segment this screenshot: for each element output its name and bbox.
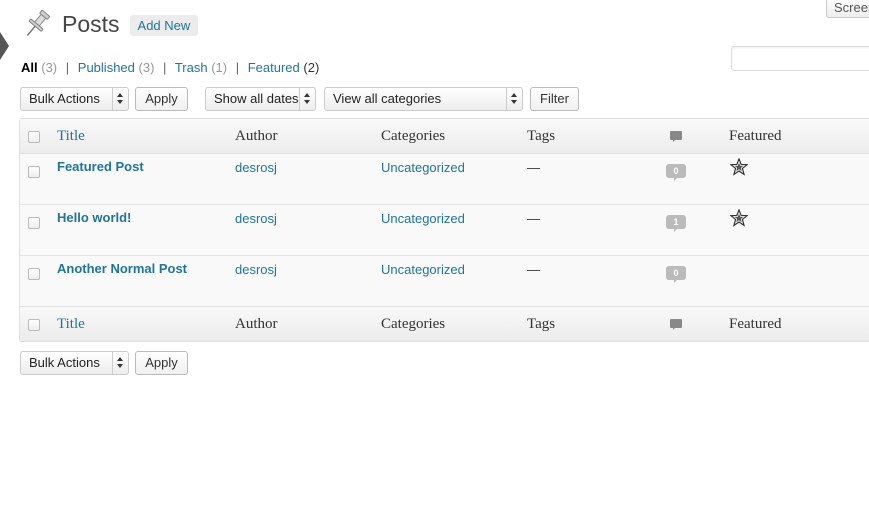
post-author-link[interactable]: desrosj	[235, 211, 277, 226]
screen-options-tab[interactable]: Screen Options	[826, 0, 869, 18]
row-checkbox[interactable]	[28, 217, 40, 229]
view-trash-count: (1)	[211, 60, 228, 75]
add-new-button[interactable]: Add New	[129, 14, 199, 36]
table-row: Featured Post desrosj Uncategorized — 0	[20, 154, 869, 205]
column-featured-header: Featured	[729, 128, 782, 144]
featured-star-icon[interactable]	[730, 158, 748, 176]
table-row: Another Normal Post desrosj Uncategorize…	[20, 256, 869, 307]
bulk-actions-value: Bulk Actions	[29, 91, 100, 106]
post-author-link[interactable]: desrosj	[235, 160, 277, 175]
post-tags: —	[527, 160, 540, 175]
column-categories-footer: Categories	[381, 316, 446, 332]
column-author-header: Author	[235, 128, 278, 144]
post-category-link[interactable]: Uncategorized	[381, 160, 465, 175]
dates-filter-value: Show all dates	[214, 91, 299, 106]
filter-button[interactable]: Filter	[530, 87, 579, 111]
dates-filter-select[interactable]: Show all dates	[205, 87, 316, 111]
post-status-views: All (3) | Published (3) | Trash (1) | Fe…	[21, 60, 319, 75]
post-category-link[interactable]: Uncategorized	[381, 262, 465, 277]
view-separator: |	[65, 60, 70, 75]
comment-icon[interactable]	[670, 319, 682, 330]
column-title-header[interactable]: Title	[57, 128, 85, 145]
apply-button-top[interactable]: Apply	[135, 87, 188, 111]
view-trash-link[interactable]: Trash	[175, 60, 208, 75]
select-arrows-icon	[112, 88, 128, 110]
view-all-link[interactable]: All	[21, 60, 38, 75]
categories-filter-value: View all categories	[333, 91, 442, 106]
row-checkbox[interactable]	[28, 268, 40, 280]
column-tags-header: Tags	[527, 128, 556, 144]
column-title-footer[interactable]: Title	[57, 316, 85, 333]
view-separator: |	[163, 60, 167, 75]
select-all-checkbox-footer[interactable]	[28, 319, 40, 331]
post-title-link[interactable]: Another Normal Post	[57, 261, 187, 276]
comment-count-bubble[interactable]: 0	[666, 164, 686, 181]
column-author-footer: Author	[235, 316, 278, 332]
bulk-actions-select-bottom[interactable]: Bulk Actions	[20, 351, 129, 375]
apply-button-bottom[interactable]: Apply	[135, 351, 188, 375]
post-category-link[interactable]: Uncategorized	[381, 211, 465, 226]
post-tags: —	[527, 262, 540, 277]
categories-filter-select[interactable]: View all categories	[324, 87, 523, 111]
view-featured-count: (2)	[303, 60, 320, 75]
table-footer: Title Author Categories Tags Featured	[20, 306, 869, 341]
bulk-actions-select-top[interactable]: Bulk Actions	[20, 87, 129, 111]
column-tags-footer: Tags	[527, 316, 556, 332]
select-arrows-icon	[506, 88, 522, 110]
page-title: Posts	[62, 10, 120, 37]
column-categories-header: Categories	[381, 128, 446, 144]
table-row: Hello world! desrosj Uncategorized — 1	[20, 205, 869, 256]
table-header: Title Author Categories Tags Featured	[20, 119, 869, 154]
bulk-actions-value: Bulk Actions	[29, 355, 100, 370]
view-featured-link[interactable]: Featured	[248, 60, 300, 75]
featured-star-icon[interactable]	[730, 209, 748, 227]
post-tags: —	[527, 211, 540, 226]
column-featured-footer: Featured	[729, 316, 782, 332]
menu-collapse-arrow-icon	[0, 32, 9, 60]
page-header: Posts Add New	[20, 6, 199, 42]
post-title-link[interactable]: Hello world!	[57, 210, 131, 225]
comment-count-bubble[interactable]: 0	[666, 266, 686, 283]
posts-table: Title Author Categories Tags Featured Fe…	[19, 118, 869, 342]
post-title-link[interactable]: Featured Post	[57, 159, 144, 174]
comment-icon[interactable]	[670, 131, 682, 142]
view-published-count: (3)	[138, 60, 155, 75]
view-all-count: (3)	[41, 60, 58, 75]
row-checkbox[interactable]	[28, 166, 40, 178]
pushpin-icon	[26, 9, 50, 36]
search-input[interactable]	[731, 46, 869, 71]
view-separator: |	[235, 60, 240, 75]
view-published-link[interactable]: Published	[78, 60, 135, 75]
select-all-checkbox[interactable]	[28, 131, 40, 143]
select-arrows-icon	[112, 352, 128, 374]
comment-count-bubble[interactable]: 1	[666, 215, 686, 232]
select-arrows-icon	[299, 88, 315, 110]
post-author-link[interactable]: desrosj	[235, 262, 277, 277]
